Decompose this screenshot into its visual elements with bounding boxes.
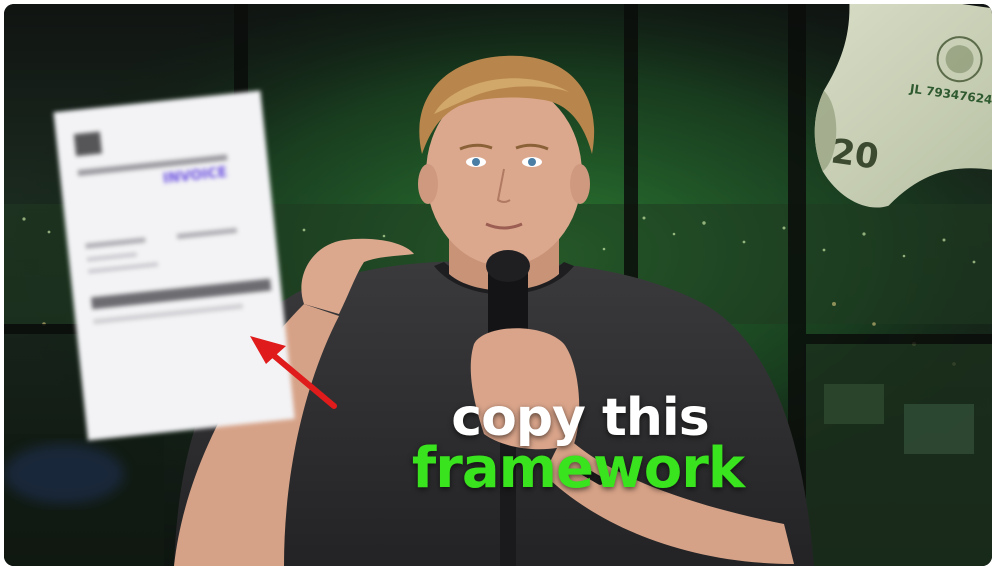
video-thumbnail[interactable]: INVOICE JL 79347624 20 copy this framewo… (4, 4, 992, 566)
caption-line-2: framework (411, 436, 745, 501)
bill-denomination: 20 (829, 131, 881, 177)
